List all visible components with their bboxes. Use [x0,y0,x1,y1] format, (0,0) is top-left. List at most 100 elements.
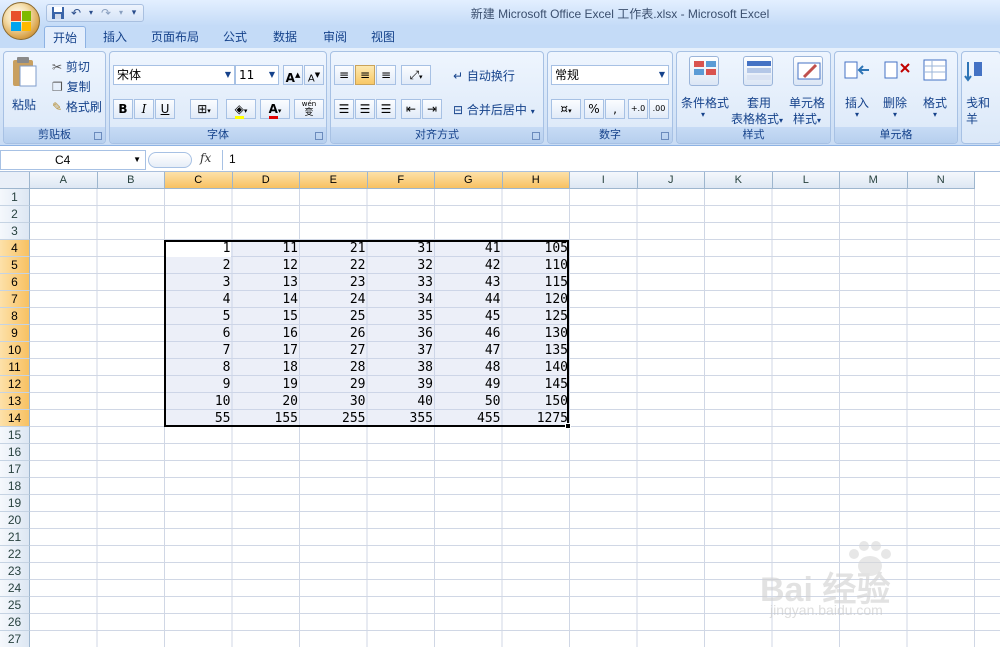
cell-value[interactable]: 30 [300,393,368,410]
cell-value[interactable]: 20 [233,393,301,410]
font-color-button[interactable]: A▾ [260,99,290,119]
cut-button[interactable]: ✂ 剪切 [52,58,90,75]
tab-page-layout[interactable]: 页面布局 [144,26,206,48]
row-header-17[interactable]: 17 [0,461,30,478]
row-header-15[interactable]: 15 [0,427,30,444]
redo-icon[interactable]: ↷ [99,6,113,20]
font-size-select[interactable]: 11 ▼ [235,65,279,85]
cell-value[interactable]: 130 [503,325,571,342]
column-header-D[interactable]: D [232,172,300,189]
cell-value[interactable]: 39 [368,376,436,393]
row-header-14[interactable]: 14 [0,410,30,427]
align-middle-button[interactable]: ≡ [355,65,375,85]
column-header-K[interactable]: K [705,172,773,189]
shrink-font-button[interactable]: A▼ [304,65,324,85]
tab-insert[interactable]: 插入 [96,26,134,48]
zoom-handle-icon[interactable] [148,152,192,168]
cell-value[interactable]: 13 [233,274,301,291]
office-button[interactable] [2,2,40,40]
cell-value[interactable]: 6 [165,325,233,342]
cell-value[interactable]: 7 [165,342,233,359]
align-top-button[interactable]: ≡ [334,65,354,85]
cell-value[interactable]: 35 [368,308,436,325]
column-header-H[interactable]: H [502,172,570,189]
underline-button[interactable]: U [155,99,175,119]
increase-decimal-button[interactable]: +.0 [628,99,648,119]
table-format-line1[interactable]: 套用 [747,94,771,111]
row-header-6[interactable]: 6 [0,274,30,291]
cell-value[interactable]: 8 [165,359,233,376]
cell-value[interactable]: 37 [368,342,436,359]
cell-value[interactable]: 32 [368,257,436,274]
name-box[interactable]: C4 ▼ [0,150,146,170]
cell-value[interactable]: 25 [300,308,368,325]
cell-value[interactable]: 105 [503,240,571,257]
cell-value[interactable]: 48 [435,359,503,376]
row-header-23[interactable]: 23 [0,563,30,580]
cell-value[interactable]: 55 [165,410,233,427]
row-header-9[interactable]: 9 [0,325,30,342]
column-header-G[interactable]: G [435,172,503,189]
column-header-C[interactable]: C [165,172,233,189]
row-header-20[interactable]: 20 [0,512,30,529]
number-launcher-icon[interactable] [661,132,669,140]
cell-value[interactable]: 355 [368,410,436,427]
cell-value[interactable]: 36 [368,325,436,342]
paste-button[interactable]: 粘贴 [12,96,36,113]
cell-value[interactable]: 23 [300,274,368,291]
table-format-button[interactable]: 表格格式▾ [731,110,783,127]
cell-value[interactable]: 5 [165,308,233,325]
row-header-27[interactable]: 27 [0,631,30,647]
cell-value[interactable]: 110 [503,257,571,274]
cell-value[interactable]: 4 [165,291,233,308]
cell-value[interactable]: 50 [435,393,503,410]
editing-label-line1[interactable]: 戋和 [966,94,990,111]
row-header-16[interactable]: 16 [0,444,30,461]
row-header-10[interactable]: 10 [0,342,30,359]
format-painter-button[interactable]: ✎ 格式刷 [52,98,102,115]
undo-icon[interactable]: ↶ [69,6,83,20]
wrap-text-button[interactable]: ↵ 自动换行 [453,67,515,84]
row-header-19[interactable]: 19 [0,495,30,512]
row-header-21[interactable]: 21 [0,529,30,546]
row-header-7[interactable]: 7 [0,291,30,308]
editing-label-line2[interactable]: 羊 [966,110,978,127]
cell-value[interactable]: 115 [503,274,571,291]
tab-view[interactable]: 视图 [364,26,402,48]
column-header-J[interactable]: J [637,172,705,189]
fill-color-button[interactable]: ◈▾ [226,99,256,119]
cell-value[interactable]: 9 [165,376,233,393]
cell-value[interactable]: 17 [233,342,301,359]
tab-review[interactable]: 审阅 [316,26,354,48]
cell-value[interactable]: 33 [368,274,436,291]
insert-cells-button[interactable]: 插入 [845,94,869,111]
insert-function-button[interactable]: fx [200,151,211,165]
cell-value[interactable]: 41 [435,240,503,257]
column-header-A[interactable]: A [30,172,98,189]
cell-value[interactable]: 22 [300,257,368,274]
dropdown-arrow-icon[interactable]: ▾ [87,6,95,20]
align-bottom-button[interactable]: ≡ [376,65,396,85]
number-format-select[interactable]: 常规 ▼ [551,65,669,85]
cell-value[interactable]: 46 [435,325,503,342]
dropdown-arrow-icon[interactable]: ▾ [117,6,125,20]
cell-value[interactable]: 14 [233,291,301,308]
column-header-I[interactable]: I [570,172,638,189]
phonetic-button[interactable]: wén 变 [294,99,324,119]
column-header-N[interactable]: N [907,172,975,189]
cell-value[interactable]: 28 [300,359,368,376]
currency-button[interactable]: ¤▾ [551,99,581,119]
conditional-format-button[interactable]: 条件格式 [681,94,729,111]
increase-indent-button[interactable]: ⇥ [422,99,442,119]
column-header-E[interactable]: E [300,172,368,189]
row-header-8[interactable]: 8 [0,308,30,325]
row-header-25[interactable]: 25 [0,597,30,614]
row-header-1[interactable]: 1 [0,189,30,206]
delete-cells-button[interactable]: 删除 [883,94,907,111]
cell-value[interactable]: 42 [435,257,503,274]
cell-value[interactable]: 3 [165,274,233,291]
row-header-2[interactable]: 2 [0,206,30,223]
cell-value[interactable]: 26 [300,325,368,342]
cell-value[interactable]: 135 [503,342,571,359]
column-header-B[interactable]: B [97,172,165,189]
